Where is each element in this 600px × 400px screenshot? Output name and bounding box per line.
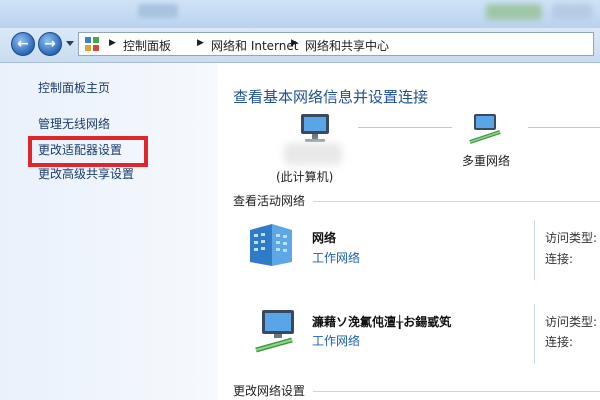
breadcrumb-separator-icon[interactable]: ▶ — [109, 38, 116, 48]
map-connector-line — [528, 127, 600, 128]
blurred-title-area — [486, 4, 542, 20]
breadcrumb-network-sharing-center[interactable]: 网络和共享中心 — [305, 37, 389, 54]
address-bar[interactable]: ▶ 控制面板 ▶ 网络和 Internet ▶ 网络和共享中心 — [78, 32, 594, 56]
network-building-icon[interactable] — [246, 222, 300, 268]
blurred-window-title — [138, 4, 178, 18]
network-type-link[interactable]: 工作网络 — [312, 249, 360, 266]
this-computer-label: (此计算机) — [276, 170, 334, 184]
network-type-link[interactable]: 工作网络 — [312, 332, 360, 349]
column-divider — [534, 304, 535, 364]
recent-pages-dropdown-icon[interactable] — [66, 41, 74, 46]
control-panel-icon — [85, 37, 99, 51]
blurred-computer-name — [284, 143, 342, 165]
breadcrumb-control-panel[interactable]: 控制面板 — [123, 37, 171, 54]
network-name: 网络 — [312, 231, 337, 245]
computer-icon[interactable] — [295, 112, 335, 146]
column-divider — [534, 220, 535, 280]
multiple-networks-label: 多重网络 — [462, 154, 511, 168]
breadcrumb-separator-icon[interactable]: ▶ — [291, 38, 298, 48]
forward-arrow-icon: → — [44, 36, 56, 52]
section-divider — [313, 201, 600, 202]
left-task-pane — [0, 63, 218, 400]
multiple-networks-icon[interactable] — [466, 112, 504, 146]
connection-label: 连接: — [545, 335, 574, 349]
active-networks-label: 查看活动网络 — [233, 194, 306, 208]
map-connector-line — [358, 127, 452, 128]
network-computer-icon[interactable] — [252, 308, 302, 354]
window-title-bar — [0, 0, 600, 28]
window-controls[interactable] — [552, 4, 592, 20]
sidebar-item-advanced-sharing[interactable]: 更改高级共享设置 — [38, 165, 134, 182]
navigation-bar: ← → ▶ 控制面板 ▶ 网络和 Internet ▶ 网络和共享中心 — [0, 28, 600, 63]
access-type-label: 访问类型: — [545, 231, 598, 245]
sidebar-item-control-panel-home[interactable]: 控制面板主页 — [38, 79, 110, 96]
network-name: 濂藉ソ浼氱伅澶╁お鍚戜笂 — [312, 315, 452, 329]
back-button[interactable]: ← — [11, 32, 35, 56]
section-divider — [313, 391, 600, 392]
sidebar-item-manage-wireless[interactable]: 管理无线网络 — [38, 115, 110, 132]
forward-button[interactable]: → — [38, 32, 62, 56]
connection-label: 连接: — [545, 252, 574, 266]
breadcrumb-separator-icon[interactable]: ▶ — [197, 38, 204, 48]
change-network-settings-label: 更改网络设置 — [233, 384, 306, 398]
page-title: 查看基本网络信息并设置连接 — [233, 88, 429, 106]
access-type-label: 访问类型: — [545, 315, 598, 329]
back-arrow-icon: ← — [17, 36, 29, 52]
breadcrumb-network-internet[interactable]: 网络和 Internet — [211, 37, 298, 54]
highlight-box — [28, 136, 148, 167]
